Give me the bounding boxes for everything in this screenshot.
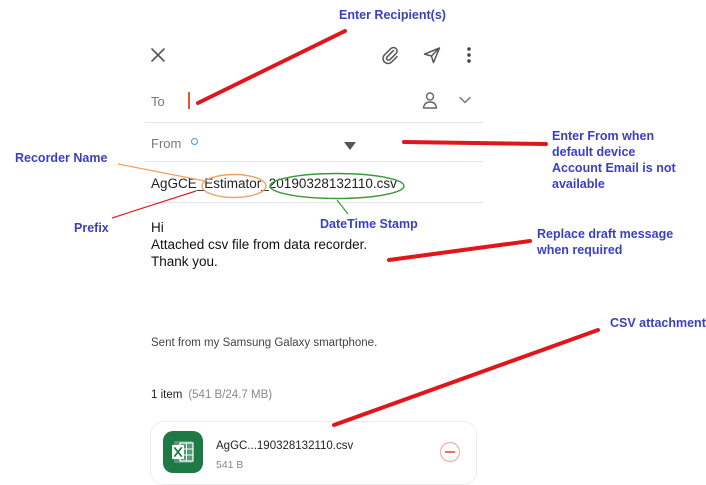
annotation-csv: CSV attachment [610, 316, 706, 330]
annotation-line: default device [552, 145, 636, 159]
body-line: Attached csv file from data recorder. [151, 237, 368, 252]
attachment-name: AgGC...190328132110.csv [216, 440, 354, 452]
annotation-draft: Replace draft message when required [537, 226, 673, 258]
annotation-prefix: Prefix [74, 221, 109, 235]
annotation-datetime: DateTime Stamp [320, 217, 418, 231]
to-label: To [151, 94, 165, 109]
divider [145, 122, 483, 123]
more-vertical-icon[interactable] [462, 43, 476, 67]
annotation-from: Enter From when default device Account E… [552, 128, 676, 192]
divider [145, 161, 483, 162]
body-line: Thank you. [151, 254, 218, 269]
send-icon[interactable] [420, 43, 444, 67]
to-input-caret[interactable] [188, 92, 190, 109]
account-dot-icon [191, 138, 198, 145]
annotation-arrow-recipients [196, 29, 347, 105]
attachment-summary: 1 item (541 B/24.7 MB) [151, 389, 272, 401]
from-dropdown-icon[interactable] [342, 138, 358, 150]
chevron-down-icon[interactable] [457, 93, 473, 107]
annotation-line: when required [537, 243, 623, 257]
from-label: From [151, 136, 182, 151]
annotation-arrow-from [402, 140, 548, 146]
attachment-size: 541 B [216, 459, 244, 471]
signature: Sent from my Samsung Galaxy smartphone. [151, 337, 378, 349]
subject-field[interactable]: AgGCE_Estimator_20190328132110.csv [151, 176, 405, 191]
annotation-recorder-name: Recorder Name [15, 151, 108, 165]
contact-person-icon[interactable] [420, 90, 440, 110]
divider [145, 202, 483, 203]
excel-file-icon [163, 431, 203, 473]
annotation-pointer-prefix [111, 190, 197, 219]
annotation-recipients: Enter Recipient(s) [339, 8, 446, 22]
remove-attachment-icon[interactable] [439, 441, 461, 463]
annotation-arrow-draft [387, 239, 532, 262]
annotation-line: Enter From when [552, 129, 655, 143]
annotation-line: Account Email is not [552, 161, 676, 175]
items-count: 1 item [151, 389, 183, 401]
annotation-line: available [552, 177, 605, 191]
annotation-line: Replace draft message [537, 227, 674, 241]
paperclip-icon[interactable] [378, 43, 402, 67]
close-icon[interactable] [147, 44, 169, 66]
items-size: (541 B/24.7 MB) [188, 389, 273, 401]
